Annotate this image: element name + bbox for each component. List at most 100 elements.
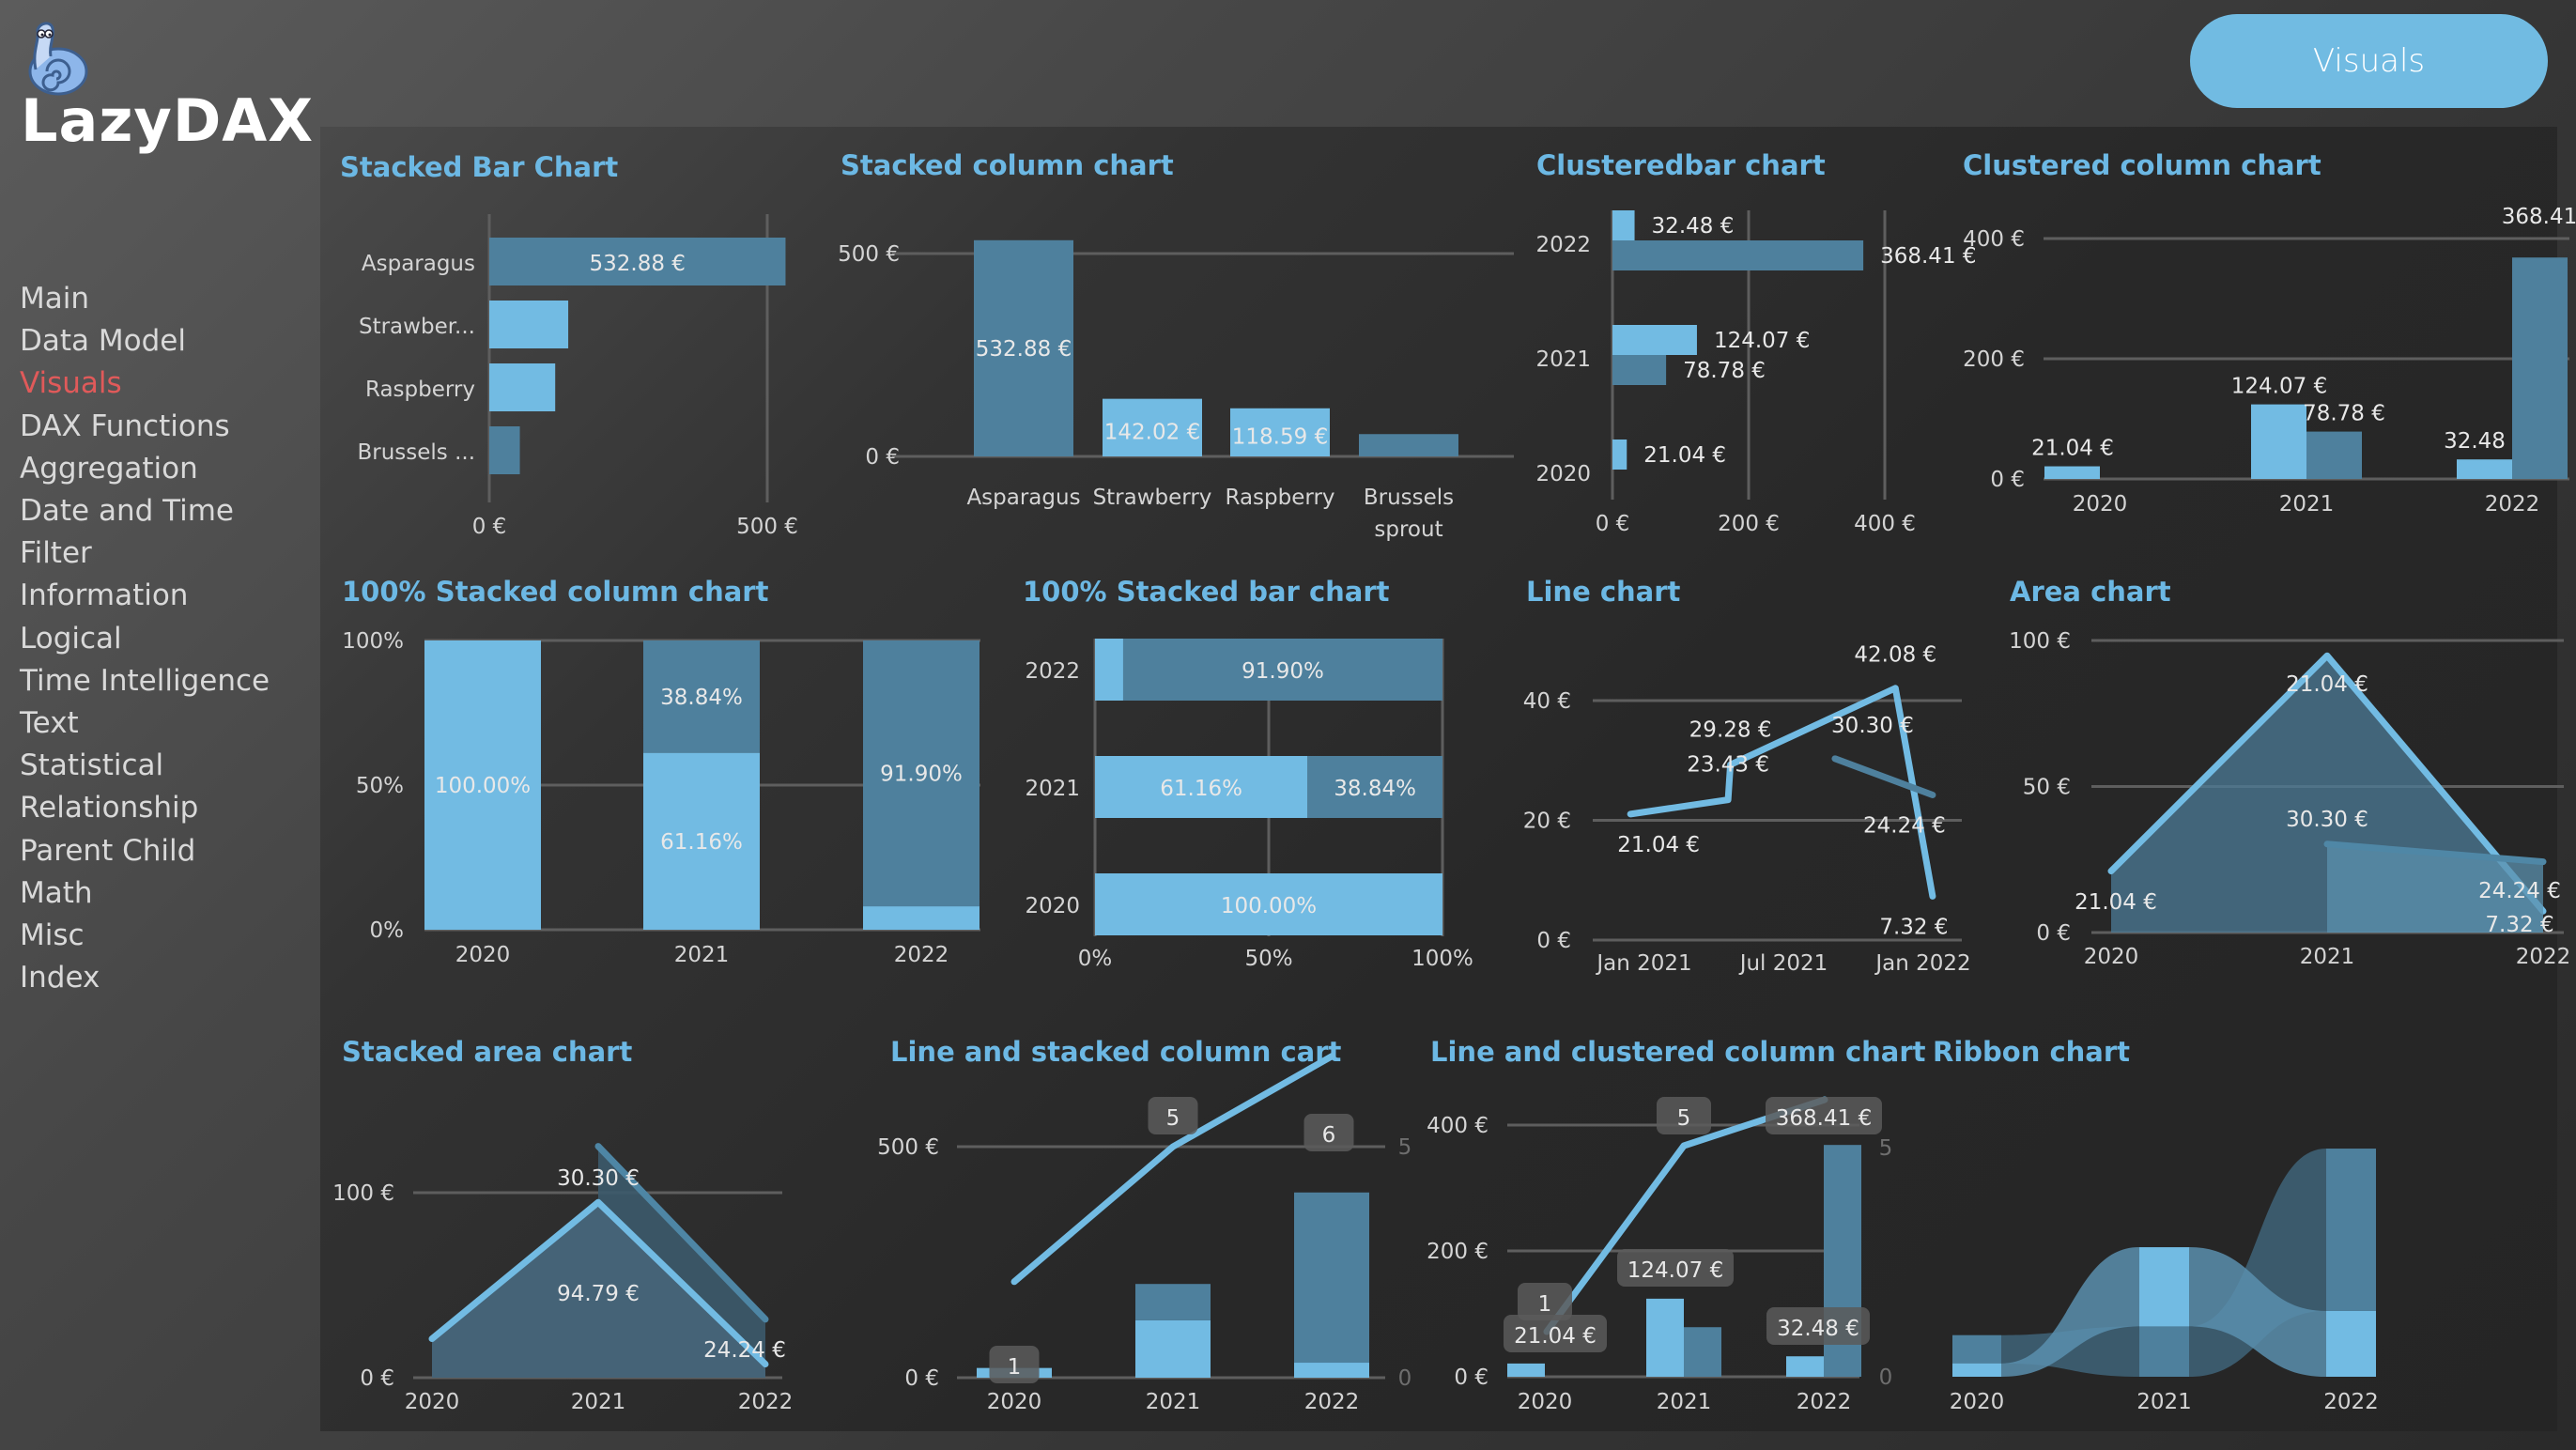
- x-tick-label: 50%: [1244, 947, 1292, 971]
- column: [1684, 1327, 1721, 1377]
- line-chart[interactable]: Line chart 0 € 20 € 40 € Jan 2021 Jul 2021 Jan…: [1523, 576, 1971, 976]
- data-label: 23.43 €: [1687, 753, 1769, 778]
- data-label: 5: [1166, 1106, 1180, 1131]
- chart-title: Stacked column chart: [841, 149, 1174, 181]
- chart-title: 100% Stacked column chart: [342, 576, 769, 608]
- x-category-label: 2022: [2323, 1390, 2379, 1414]
- x-tick-label: 0%: [1078, 947, 1113, 971]
- x-category-label: Raspberry: [1225, 486, 1334, 510]
- data-label: 24.24 €: [1863, 813, 1946, 838]
- ribbon-chart[interactable]: Ribbon chart 2020 2021 2022: [1933, 1036, 2379, 1414]
- data-label: 91.90%: [1242, 659, 1324, 684]
- y-tick-label: 0 €: [360, 1366, 394, 1391]
- data-label: 38.84%: [1334, 777, 1416, 801]
- column: [2306, 431, 2362, 479]
- column-segment: [1294, 1363, 1369, 1378]
- x-category-label: 2020: [1518, 1390, 1573, 1414]
- line-stacked-column-chart[interactable]: Line and stacked column cart 0 € 500 € 0 5 20…: [877, 1036, 1411, 1414]
- ribbon-column-dark: [2326, 1149, 2376, 1311]
- data-label: 30.30 €: [2286, 808, 2368, 832]
- clustered-column-chart[interactable]: Clustered column chart 0 € 200 € 400 € 2020 2…: [1963, 149, 2576, 517]
- chart-title: Ribbon chart: [1933, 1036, 2130, 1068]
- x-category-label: 2020: [455, 943, 511, 967]
- data-label: 532.88 €: [590, 252, 686, 276]
- bar: [489, 426, 520, 474]
- stacked-area-chart[interactable]: Stacked area chart 0 € 100 € 2020 2021 2022 30…: [332, 1036, 793, 1414]
- y-category-label: Brussels ...: [357, 440, 475, 465]
- x-tick-label: Jan 2021: [1595, 951, 1691, 976]
- data-label: 21.04 €: [2031, 437, 2114, 461]
- y-tick-label: 0%: [370, 918, 405, 943]
- column-segment: [1294, 1192, 1369, 1364]
- column: [2512, 257, 2568, 479]
- data-label: 5: [1677, 1106, 1691, 1131]
- data-label: 78.78 €: [2303, 402, 2385, 426]
- data-label: 30.30 €: [557, 1166, 640, 1191]
- x-tick-label: 100%: [1411, 947, 1473, 971]
- column: [2044, 466, 2100, 479]
- y-tick-label: 0 €: [1454, 1365, 1489, 1390]
- bar-segment: [1095, 639, 1123, 701]
- data-label: 32.48 €: [1652, 214, 1735, 239]
- bar: [1612, 325, 1697, 355]
- bar: [489, 363, 556, 411]
- data-label: 6: [1322, 1123, 1336, 1148]
- data-label: 29.28 €: [1689, 717, 1772, 742]
- series-line-dark: [1831, 755, 1936, 798]
- x-category-label: 2021: [2279, 492, 2335, 517]
- data-label: 21.04 €: [2286, 672, 2368, 697]
- charts-layer: Stacked Bar Chart 0 € 5 0 0 € Asparagus 532.88…: [332, 149, 2576, 1414]
- x-category-label: Strawberry: [1093, 486, 1212, 510]
- y-tick-label: 20 €: [1523, 810, 1571, 834]
- x-category-label: 2022: [1797, 1390, 1852, 1414]
- x-category-label: 2020: [2073, 492, 2128, 517]
- clustered-bar-chart[interactable]: Clusteredbar chart 0 € 200 € 400 € 2022 32.48…: [1535, 149, 1976, 536]
- area-chart[interactable]: Area chart 0 € 50 € 100 € 2020 2021 2022 21.04 …: [2009, 576, 2570, 969]
- data-label: 1: [1538, 1292, 1552, 1317]
- x-category-label: 2021: [674, 943, 730, 967]
- data-label: 124.07 €: [1714, 329, 1810, 353]
- pct-stacked-bar-chart[interactable]: 100% Stacked bar chart 0% 50% 100% 2022 91.90…: [1023, 576, 1473, 971]
- x-tick-label: 0 €: [1596, 512, 1630, 536]
- x-category-label: 2021: [571, 1390, 626, 1414]
- y-tick-label: 50%: [356, 774, 404, 798]
- ribbon-column-light: [2139, 1247, 2189, 1327]
- combo-line: [1543, 1096, 1828, 1335]
- stacked-bar-chart[interactable]: Stacked Bar Chart 0 € 500 € Asparagus 532.88…: [340, 151, 798, 539]
- x-category-label: sprout: [1374, 517, 1442, 542]
- bar: [1612, 440, 1627, 470]
- x-tick-label: Jan 2022: [1874, 951, 1970, 976]
- stacked-column-chart[interactable]: Stacked column chart 0 € 500 € 532.88 € Aspa…: [838, 149, 1514, 542]
- y-tick-label: 400 €: [1427, 1114, 1489, 1138]
- x-category-label: 2022: [894, 943, 949, 967]
- column-segment: [1135, 1319, 1211, 1378]
- y-tick-label: 0 €: [904, 1366, 939, 1391]
- data-label: 94.79 €: [557, 1282, 640, 1306]
- x-category-label: Asparagus: [966, 486, 1080, 510]
- x-category-label: 2022: [1304, 1390, 1360, 1414]
- x-category-label: 2020: [405, 1390, 460, 1414]
- x-category-label: 2022: [2516, 945, 2571, 969]
- column: [1646, 1298, 1684, 1377]
- y-category-label: Strawber...: [359, 315, 475, 339]
- x-category-label: 2020: [2084, 945, 2139, 969]
- chart-title: Clusteredbar chart: [1536, 149, 1826, 181]
- data-label: 1: [1008, 1355, 1022, 1380]
- line-clustered-column-chart[interactable]: Line and clustered column chart 0 € 200 € 4…: [1427, 1036, 1926, 1414]
- bar: [1612, 240, 1864, 270]
- data-label: 532.88 €: [976, 337, 1072, 362]
- y-tick-label: 0 €: [1536, 929, 1571, 953]
- chart-title: Stacked Bar Chart: [340, 151, 618, 183]
- data-label: 24.24 €: [2478, 879, 2561, 903]
- y-tick-label: 0 €: [1990, 468, 2025, 492]
- column-segment: [863, 906, 979, 930]
- y2-tick-label: 5: [1879, 1136, 1893, 1161]
- x-tick-label: 200 €: [1718, 512, 1780, 536]
- y2-tick-label: 0: [1398, 1366, 1412, 1391]
- y-category-label: 2022: [1025, 659, 1080, 684]
- x-category-label: Brussels: [1364, 486, 1454, 510]
- y-tick-label: 0 €: [865, 445, 900, 470]
- bar: [489, 301, 569, 348]
- pct-stacked-column-chart[interactable]: 100% Stacked column chart 0% 50% 100% 100.00…: [342, 576, 980, 967]
- y-category-label: 2021: [1025, 777, 1080, 801]
